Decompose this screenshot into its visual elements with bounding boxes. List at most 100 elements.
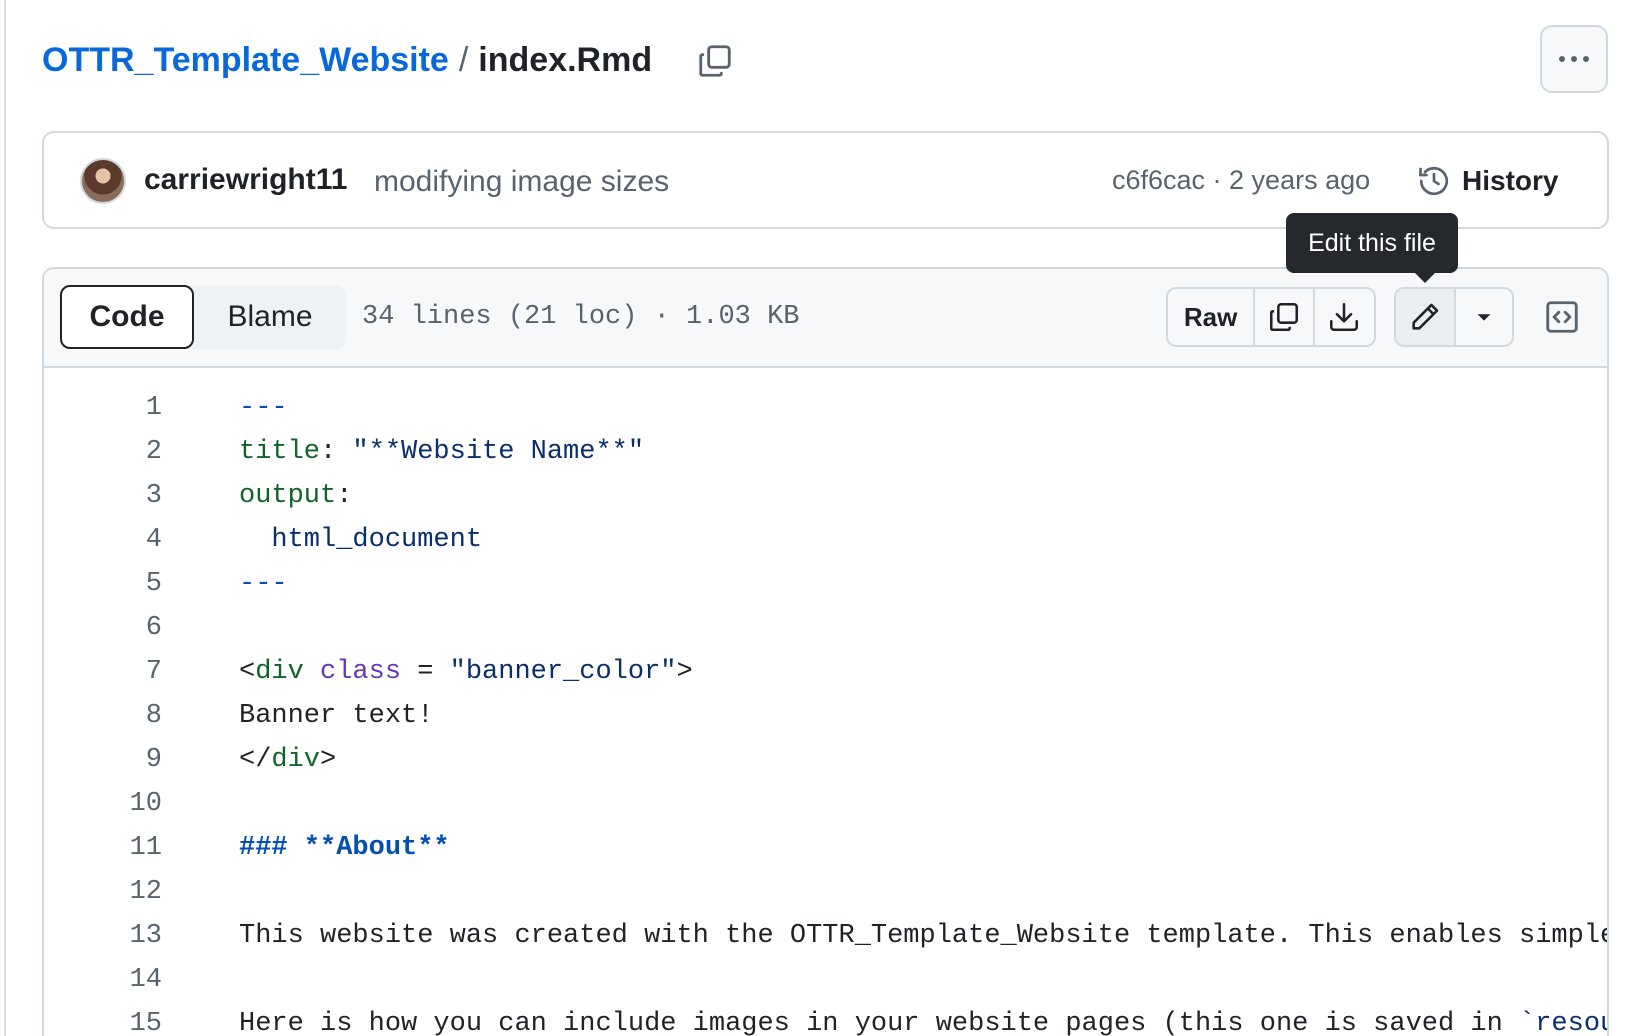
line-content: title: "**Website Name**" [239, 437, 644, 467]
line-number[interactable]: 9 [44, 745, 162, 775]
code-token: = [401, 657, 450, 687]
download-button[interactable] [1315, 289, 1374, 345]
edit-file-button[interactable] [1396, 289, 1456, 345]
code-token: ### **About** [239, 833, 450, 863]
symbols-panel-button[interactable] [1542, 297, 1582, 337]
pencil-icon [1412, 303, 1439, 330]
edit-file-tooltip: Edit this file [1286, 213, 1458, 283]
line-content: html_document [239, 525, 482, 555]
line-number[interactable]: 12 [44, 877, 162, 907]
breadcrumb: OTTR_Template_Website / index.Rmd [42, 36, 652, 84]
code-token: > [320, 745, 337, 775]
line-content: <div class = "banner_color"> [239, 657, 693, 687]
code-token: output [239, 481, 337, 511]
file-viewer: Code Blame 34 lines (21 loc) · 1.03 KB R… [42, 267, 1609, 1036]
code-token: class [320, 657, 402, 687]
kebab-dot [1571, 56, 1577, 62]
copy-icon [1269, 302, 1298, 332]
line-content: --- [239, 569, 288, 599]
kebab-dot [1583, 56, 1589, 62]
code-token: "banner_color" [449, 657, 677, 687]
line-number[interactable]: 8 [44, 701, 162, 731]
code-token: --- [239, 569, 288, 599]
avatar[interactable] [80, 158, 126, 204]
code-token: "**Website Name**" [352, 437, 645, 467]
triangle-down-icon [1477, 314, 1491, 321]
code-line: 2 title: "**Website Name**" [44, 430, 1607, 474]
line-content: Banner text! [239, 701, 433, 731]
code-square-icon [1546, 301, 1578, 333]
code-line: 4 html_document [44, 518, 1607, 562]
line-content: </div> [239, 745, 336, 775]
line-number[interactable]: 14 [44, 965, 162, 995]
raw-button[interactable]: Raw [1168, 289, 1256, 345]
line-content: ### **About** [239, 833, 450, 863]
code-line: 10 [44, 782, 1607, 826]
line-number[interactable]: 10 [44, 789, 162, 819]
code-token: div [271, 745, 321, 775]
line-number[interactable]: 3 [44, 481, 162, 511]
copy-raw-button[interactable] [1255, 289, 1315, 345]
code-token: </ [239, 745, 272, 775]
file-header: Code Blame 34 lines (21 loc) · 1.03 KB R… [44, 269, 1607, 368]
download-icon [1330, 302, 1359, 332]
line-number[interactable]: 6 [44, 613, 162, 643]
code-token: title [239, 437, 321, 467]
page-left-border [4, 0, 6, 1036]
code-token: Here is how you can include images in yo… [239, 1009, 1520, 1036]
history-label: History [1462, 165, 1559, 196]
edit-actions-group [1394, 287, 1514, 347]
code-token: < [239, 657, 256, 687]
more-options-button[interactable] [1540, 25, 1608, 93]
code-line: 1 --- [44, 386, 1607, 430]
code-line: 7 <div class = "banner_color"> [44, 650, 1607, 694]
code-token: Banner text! [239, 701, 434, 731]
file-info: 34 lines (21 loc) · 1.03 KB [362, 302, 800, 332]
line-number[interactable]: 5 [44, 569, 162, 599]
breadcrumb-repo-link[interactable]: OTTR_Template_Website [42, 41, 449, 80]
code-line: 6 [44, 606, 1607, 650]
code-token: `resour [1519, 1009, 1607, 1036]
kebab-horizontal-icon [1559, 56, 1565, 62]
commit-message-link[interactable]: modifying image sizes [374, 165, 669, 199]
code-token: This website was created with the OTTR_T… [239, 921, 1609, 951]
code-token: html_document [271, 525, 483, 555]
line-number[interactable]: 2 [44, 437, 162, 467]
code-token: div [255, 657, 304, 687]
code-line: 3 output: [44, 474, 1607, 518]
code-token: --- [239, 393, 288, 423]
raw-actions-group: Raw [1166, 287, 1376, 347]
code-body: 1 --- 2 title: "**Website Name**" 3 output: 4 … [44, 368, 1607, 1036]
code-line: 8 Banner text! [44, 694, 1607, 738]
line-number[interactable]: 7 [44, 657, 162, 687]
line-content: output: [239, 481, 352, 511]
breadcrumb-separator: / [458, 40, 469, 79]
edit-dropdown-button[interactable] [1456, 289, 1512, 345]
code-line: 14 [44, 958, 1607, 1002]
line-number[interactable]: 11 [44, 833, 162, 863]
commit-sha-and-time[interactable]: c6f6cac · 2 years ago [1112, 165, 1370, 196]
line-number[interactable]: 15 [44, 1009, 162, 1036]
tab-code[interactable]: Code [60, 285, 194, 349]
commit-author-link[interactable]: carriewright11 [144, 163, 347, 197]
code-line: 5 --- [44, 562, 1607, 606]
history-button[interactable]: History [1416, 155, 1558, 207]
tab-blame[interactable]: Blame [194, 285, 346, 349]
line-content: --- [239, 393, 288, 423]
code-token: : [320, 437, 353, 467]
history-icon [1419, 166, 1449, 196]
view-mode-toggle: Code Blame [60, 285, 346, 349]
breadcrumb-file-name: index.Rmd [478, 40, 653, 79]
copy-path-button[interactable] [694, 40, 736, 82]
line-number[interactable]: 4 [44, 525, 162, 555]
code-line: 15 Here is how you can include images in … [44, 1002, 1607, 1036]
code-token: > [676, 657, 693, 687]
code-line: 9 </div> [44, 738, 1607, 782]
code-line: 13 This website was created with the OTTR… [44, 914, 1607, 958]
line-number[interactable]: 13 [44, 921, 162, 951]
code-token: : [336, 481, 353, 511]
line-number[interactable]: 1 [44, 393, 162, 423]
line-content: This website was created with the OTTR_T… [239, 921, 1609, 951]
